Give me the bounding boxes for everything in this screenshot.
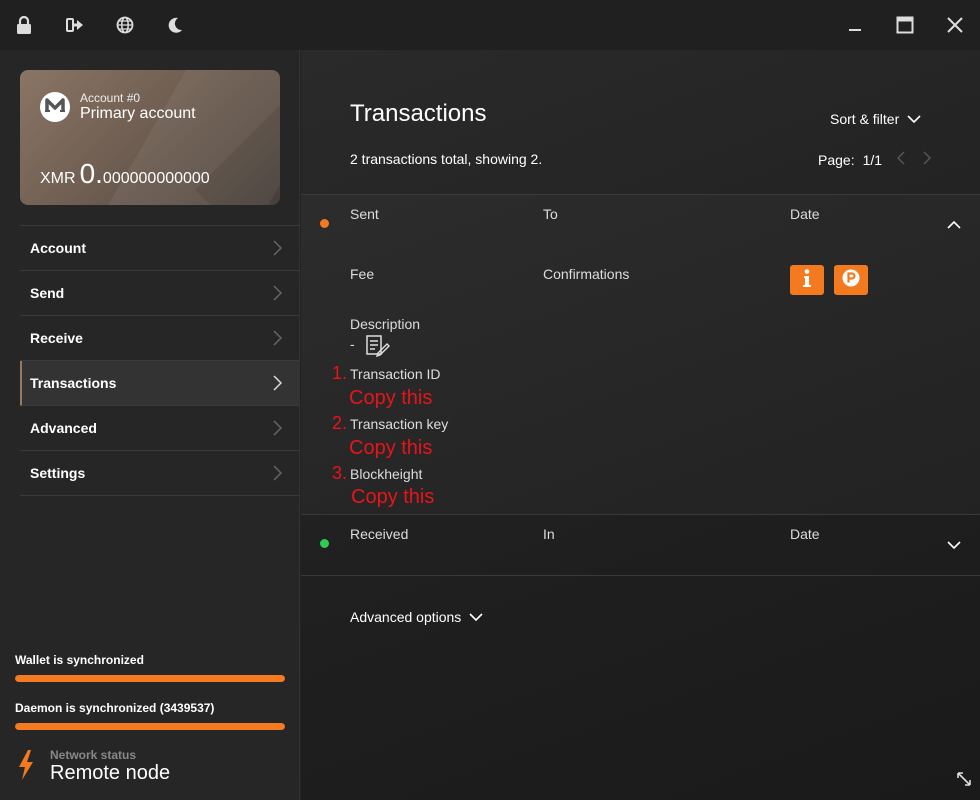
sidebar-item-label: Settings — [30, 465, 86, 481]
chevron-right-icon — [272, 330, 283, 349]
chevron-up-icon[interactable] — [947, 217, 961, 235]
proof-button[interactable] — [834, 265, 868, 295]
chevron-down-icon[interactable] — [947, 537, 961, 555]
blockheight-label: Blockheight — [350, 466, 423, 482]
balance-integer: 0. — [79, 158, 103, 189]
wallet-sync-label: Wallet is synchronized — [15, 653, 144, 667]
annotation-number: 3. — [332, 463, 348, 483]
balance-currency: XMR — [40, 170, 76, 187]
resize-icon[interactable] — [956, 771, 972, 792]
chevron-down-icon — [907, 111, 921, 127]
account-name: Primary account — [80, 105, 196, 122]
globe-icon[interactable] — [113, 13, 137, 37]
network-status-value: Remote node — [50, 762, 171, 784]
sidebar-item-label: Transactions — [30, 375, 117, 391]
page-label: Page: — [818, 151, 855, 168]
pagination: Page: 1/1 — [818, 151, 932, 168]
status-dot-received — [320, 539, 329, 548]
annotation-number: 1. — [332, 363, 348, 383]
close-icon[interactable] — [942, 12, 968, 38]
lock-icon[interactable] — [12, 13, 36, 37]
monero-logo-icon — [40, 92, 70, 122]
tx-destination: To — [543, 206, 558, 222]
lightning-icon — [18, 750, 34, 785]
chevron-down-icon — [469, 609, 483, 625]
advanced-options-button[interactable]: Advanced options — [350, 609, 483, 625]
progress-fill — [15, 723, 285, 730]
transaction-key-label: Transaction key — [350, 416, 449, 432]
daemon-sync-label: Daemon is synchronized (3439537) — [15, 701, 215, 715]
tx-destination: In — [543, 526, 555, 542]
sidebar-menu: Account Send Receive Transactions Advanc… — [20, 225, 300, 496]
moon-icon[interactable] — [163, 13, 187, 37]
main-panel: Transactions Sort & filter 2 transaction… — [301, 50, 980, 800]
chevron-left-icon[interactable] — [896, 151, 906, 168]
transactions-summary: 2 transactions total, showing 2. — [350, 151, 543, 167]
info-icon — [803, 268, 811, 292]
chevron-right-icon[interactable] — [922, 151, 932, 168]
transaction-row[interactable]: Received In Date — [301, 514, 980, 576]
sidebar: Account #0 Primary account XMR 0.00000000… — [0, 50, 300, 800]
account-number: Account #0 — [80, 91, 141, 105]
chevron-right-icon — [272, 375, 283, 394]
page-value: 1/1 — [862, 151, 883, 168]
title-bar — [0, 0, 980, 51]
sidebar-item-label: Send — [30, 285, 65, 301]
transaction-id-label: Transaction ID — [350, 366, 441, 382]
tx-date: Date — [790, 526, 820, 542]
tx-type: Sent — [350, 206, 379, 222]
sidebar-item-transactions[interactable]: Transactions — [20, 361, 300, 406]
minimize-icon[interactable] — [842, 12, 868, 38]
progress-fill — [15, 675, 285, 682]
edit-note-icon[interactable] — [366, 335, 390, 362]
sidebar-item-account[interactable]: Account — [20, 226, 300, 271]
annotation-copy: Copy this — [349, 387, 433, 409]
description-label: Description — [350, 316, 421, 332]
sidebar-item-label: Account — [30, 240, 86, 256]
sort-filter-button[interactable]: Sort & filter — [830, 111, 921, 127]
chevron-right-icon — [272, 240, 283, 259]
maximize-icon[interactable] — [892, 12, 918, 38]
sidebar-item-send[interactable]: Send — [20, 271, 300, 316]
account-card[interactable]: Account #0 Primary account XMR 0.00000000… — [20, 70, 280, 205]
sidebar-item-receive[interactable]: Receive — [20, 316, 300, 361]
sidebar-item-label: Advanced — [30, 420, 97, 436]
sidebar-item-settings[interactable]: Settings — [20, 451, 300, 496]
chevron-right-icon — [272, 465, 283, 484]
fee-label: Fee — [350, 266, 375, 282]
info-button[interactable] — [790, 265, 824, 295]
confirmations-label: Confirmations — [543, 266, 630, 282]
annotation-copy: Copy this — [351, 486, 435, 508]
chevron-right-icon — [272, 285, 283, 304]
balance-decimals: 000000000000 — [102, 170, 210, 187]
proof-icon — [842, 269, 860, 292]
tx-type: Received — [350, 526, 409, 542]
annotation-number: 2. — [332, 413, 348, 433]
advanced-options-label: Advanced options — [350, 609, 462, 625]
page-title: Transactions — [350, 100, 487, 127]
tx-date: Date — [790, 206, 820, 222]
network-status-label: Network status — [50, 748, 137, 762]
sidebar-item-label: Receive — [30, 330, 83, 346]
annotation-copy: Copy this — [349, 437, 433, 459]
sort-filter-label: Sort & filter — [830, 111, 900, 127]
daemon-sync-progress — [15, 723, 285, 730]
transaction-row-expanded[interactable]: Sent To Date Fee Confirmations Descripti… — [301, 194, 980, 515]
status-dot-sent — [320, 219, 329, 228]
description-value: - — [350, 336, 355, 352]
sidebar-item-advanced[interactable]: Advanced — [20, 406, 300, 451]
logout-icon[interactable] — [63, 13, 87, 37]
chevron-right-icon — [272, 420, 283, 439]
balance: XMR 0.000000000000 — [40, 158, 210, 190]
wallet-sync-progress — [15, 675, 285, 682]
